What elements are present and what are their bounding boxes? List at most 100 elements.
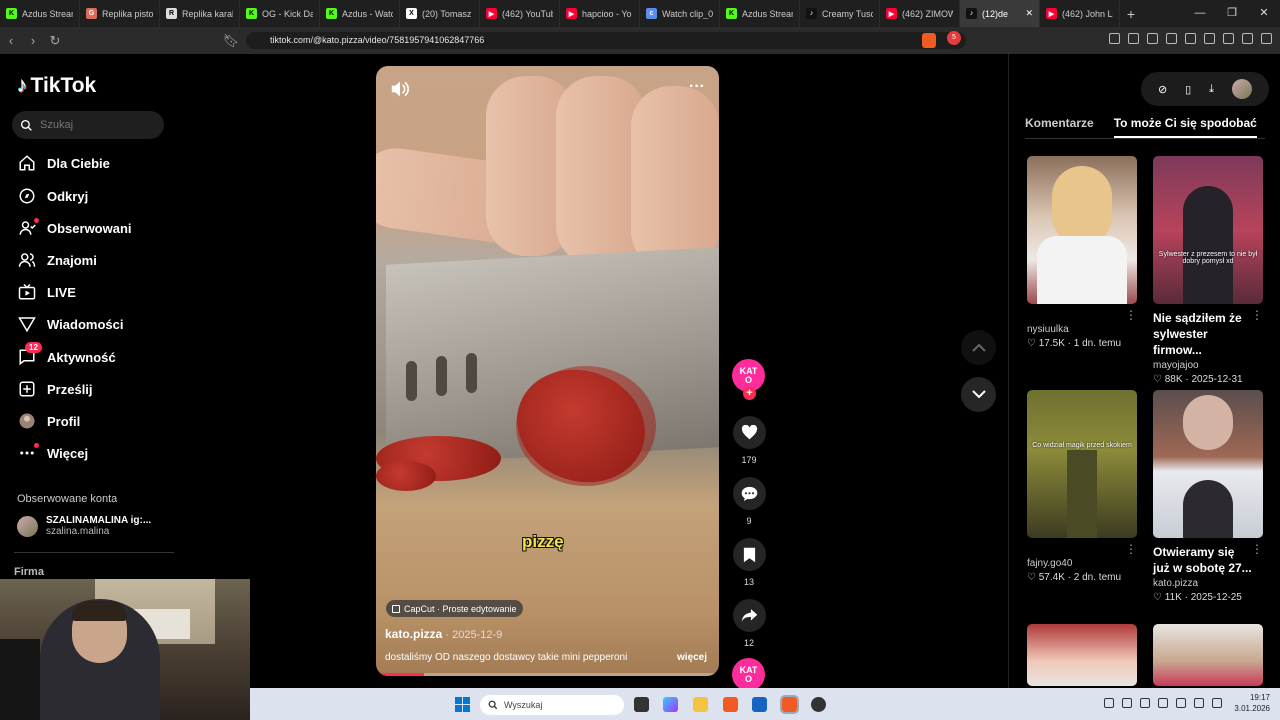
tab-comments[interactable]: Komentarze xyxy=(1025,116,1094,138)
search-box[interactable] xyxy=(12,111,164,139)
tray-wifi-icon[interactable] xyxy=(1194,698,1204,708)
sidebar-item-following[interactable]: Obserwowani xyxy=(17,215,177,241)
card-author[interactable]: nysiuulka xyxy=(1027,324,1137,335)
browser-tab[interactable]: ▶ (462) YouTub xyxy=(480,0,560,27)
browser-tab[interactable]: K Azdus Stream xyxy=(0,0,80,27)
video-author[interactable]: kato.pizza xyxy=(385,627,442,641)
previous-video-button[interactable] xyxy=(961,330,996,365)
video-player[interactable]: ··· pizzę CapCut · Proste edytowanie kat… xyxy=(376,66,719,676)
reload-button[interactable]: ↻ xyxy=(44,33,66,49)
browser-tab[interactable]: X (20) Tomasz S xyxy=(400,0,480,27)
menu-icon[interactable] xyxy=(1261,33,1272,44)
sidebar-item-activity[interactable]: 12 Aktywność xyxy=(17,341,177,370)
task-view-icon[interactable] xyxy=(634,697,649,712)
maximize-button[interactable]: ❐ xyxy=(1216,0,1248,27)
sidebar-icon[interactable] xyxy=(1185,33,1196,44)
sound-avatar[interactable]: KATO xyxy=(732,658,765,691)
video-more-button[interactable]: ··· xyxy=(689,78,705,96)
recommended-card[interactable] xyxy=(1153,624,1263,686)
windows-start-icon[interactable] xyxy=(455,697,470,712)
leo-icon[interactable] xyxy=(1223,33,1234,44)
media-icon[interactable] xyxy=(1147,33,1158,44)
sidebar-item-compass[interactable]: Odkryj xyxy=(17,183,177,209)
creator-avatar[interactable]: KATO + xyxy=(732,359,765,400)
puzzle-icon[interactable] xyxy=(1128,33,1139,44)
music-icon[interactable] xyxy=(1166,33,1177,44)
sidebar-item-upload[interactable]: Prześlij xyxy=(17,376,177,402)
close-window-button[interactable]: ✕ xyxy=(1248,0,1280,27)
video-thumbnail[interactable]: Sylwester z prezesem to nie był dobry po… xyxy=(1153,156,1263,304)
wallet-icon[interactable] xyxy=(1204,33,1215,44)
save-button[interactable] xyxy=(732,538,766,571)
browser-tab[interactable]: K Azdus - Watc xyxy=(320,0,400,27)
copilot-icon[interactable] xyxy=(663,697,678,712)
browser-tab[interactable]: K OG - Kick Da xyxy=(240,0,320,27)
sidebar-item-profile[interactable]: Profil xyxy=(17,408,177,434)
sound-button[interactable] xyxy=(390,80,410,103)
tray-volume-icon[interactable] xyxy=(1212,698,1222,708)
brave-active-icon[interactable] xyxy=(780,695,799,714)
vpn-icon[interactable] xyxy=(1242,33,1253,44)
brave-shield-icon[interactable] xyxy=(922,33,936,48)
sidebar-item-friends[interactable]: Znajomi xyxy=(17,247,177,273)
browser-tab[interactable]: R Replika karab xyxy=(160,0,240,27)
sidebar-item-messages[interactable]: Wiadomości xyxy=(17,311,177,337)
explore-icon[interactable]: ⊘ xyxy=(1158,83,1167,96)
video-thumbnail[interactable] xyxy=(1027,624,1137,686)
card-author[interactable]: mayojajoo xyxy=(1153,360,1263,371)
device-icon[interactable]: ▯ xyxy=(1185,83,1191,96)
brave-icon[interactable] xyxy=(723,697,738,712)
company-link[interactable]: Firma xyxy=(14,566,44,578)
card-more-icon[interactable]: ⋮ xyxy=(1251,542,1263,556)
sidebar-item-more[interactable]: Więcej xyxy=(17,440,177,466)
clock[interactable]: 19:17 3.01.2026 xyxy=(1234,692,1270,714)
tiktok-logo[interactable]: ♪ TikTok xyxy=(17,74,96,98)
tray-mic-icon[interactable] xyxy=(1158,698,1168,708)
extension-icon[interactable] xyxy=(1109,33,1120,44)
search-input[interactable] xyxy=(40,119,150,131)
follow-plus-icon[interactable]: + xyxy=(743,387,756,400)
download-icon[interactable]: ⤓ xyxy=(1209,83,1214,96)
tray-display-icon[interactable] xyxy=(1176,698,1186,708)
card-more-icon[interactable]: ⋮ xyxy=(1125,542,1137,556)
like-button[interactable] xyxy=(732,416,766,449)
video-progress-bar[interactable] xyxy=(376,673,719,676)
card-title[interactable]: Nie sądziłem że sylwester firmow... xyxy=(1153,310,1253,358)
avatar[interactable] xyxy=(1231,79,1252,99)
video-thumbnail[interactable] xyxy=(1153,390,1263,538)
tray-app-icon[interactable] xyxy=(1122,698,1132,708)
close-tab-icon[interactable]: ✕ xyxy=(1025,8,1033,19)
card-more-icon[interactable]: ⋮ xyxy=(1251,308,1263,322)
forward-button[interactable]: › xyxy=(22,33,44,48)
tab-recommended[interactable]: To może Ci się spodobać xyxy=(1113,116,1257,138)
browser-tab[interactable]: ▶ (462) ZIMOW xyxy=(880,0,960,27)
store-icon[interactable] xyxy=(752,697,767,712)
card-author[interactable]: fajny.go40 xyxy=(1027,558,1137,569)
recommended-card[interactable] xyxy=(1027,624,1137,686)
recommended-card[interactable]: ⋮ nysiuulka ♡ 17.5K · 1 dn. temu xyxy=(1027,156,1137,349)
sidebar-item-home[interactable]: Dla Ciebie xyxy=(17,150,177,176)
share-button[interactable] xyxy=(732,599,766,632)
app-icon[interactable] xyxy=(811,697,826,712)
taskbar-search[interactable]: Wyszukaj xyxy=(480,695,624,715)
recommended-card[interactable]: Sylwester z prezesem to nie był dobry po… xyxy=(1153,156,1263,385)
browser-tab[interactable]: G Replika pistol xyxy=(80,0,160,27)
bookmark-icon[interactable]: 🔖︎ xyxy=(220,33,242,49)
next-video-button[interactable] xyxy=(961,377,996,412)
capcut-badge[interactable]: CapCut · Proste edytowanie xyxy=(386,600,523,617)
browser-tab[interactable]: K Azdus Stream xyxy=(720,0,800,27)
tray-cloud-icon[interactable] xyxy=(1140,698,1150,708)
sidebar-item-live[interactable]: LIVE xyxy=(17,279,177,305)
new-tab-button[interactable]: + xyxy=(1120,6,1142,22)
browser-tab[interactable]: ▶ (462) John Lo xyxy=(1040,0,1120,27)
browser-tab[interactable]: ♪ Creamy Tusc xyxy=(800,0,880,27)
back-button[interactable]: ‹ xyxy=(0,33,22,48)
browser-tab[interactable]: ♪ (12)de ✕ xyxy=(960,0,1040,27)
minimize-button[interactable]: — xyxy=(1184,0,1216,27)
video-thumbnail[interactable] xyxy=(1027,156,1137,304)
card-title[interactable]: Otwieramy się już w sobotę 27... xyxy=(1153,544,1253,576)
file-explorer-icon[interactable] xyxy=(693,697,708,712)
video-thumbnail[interactable] xyxy=(1153,624,1263,686)
recommended-card[interactable]: ⋮ Otwieramy się już w sobotę 27... kato.… xyxy=(1153,390,1263,603)
shield-count-badge[interactable]: 5 xyxy=(947,31,961,45)
